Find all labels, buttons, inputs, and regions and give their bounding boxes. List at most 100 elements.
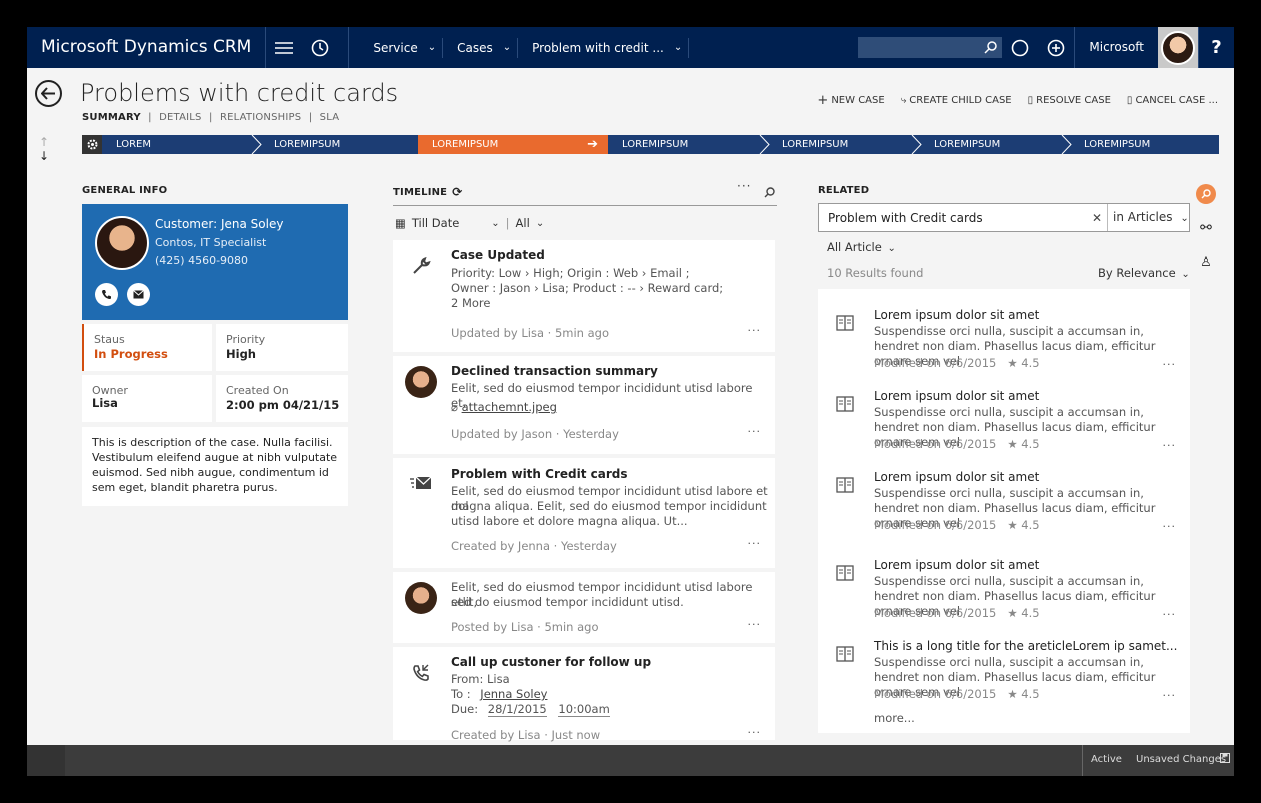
global-search-input[interactable] — [858, 37, 1003, 58]
chevron-down-icon[interactable]: ⌄ — [536, 218, 544, 229]
arrow-down-icon[interactable]: ↓ — [39, 149, 49, 163]
process-stage-7[interactable]: LOREMIPSUM — [1070, 135, 1219, 154]
article-more-options-icon[interactable]: ··· — [1163, 358, 1177, 371]
timeline-item-title: Problem with Credit cards — [451, 467, 628, 481]
more-changes-link[interactable]: 2 More — [451, 296, 771, 311]
article-item[interactable]: Lorem ipsum dolor sit amet Suspendisse o… — [818, 545, 1190, 625]
breadcrumb-record[interactable]: Problem with credit ... ⌄ — [518, 27, 690, 68]
status-value: In Progress — [94, 347, 168, 361]
article-item[interactable]: Lorem ipsum dolor sit amet Suspendisse o… — [818, 457, 1190, 537]
article-more-options-icon[interactable]: ··· — [1163, 520, 1177, 533]
connection-tool-button[interactable]: ⚯ — [1191, 211, 1221, 245]
article-more-options-icon[interactable]: ··· — [1163, 608, 1177, 621]
item-more-options-icon[interactable]: ··· — [748, 324, 762, 337]
call-due-date[interactable]: 28/1/2015 — [487, 702, 547, 717]
timeline-more-options-icon[interactable]: ··· — [737, 179, 751, 193]
chevron-down-icon[interactable]: ⌄ — [491, 218, 499, 229]
item-more-options-icon[interactable]: ··· — [748, 618, 762, 631]
stage-label: LOREMIPSUM — [782, 139, 849, 150]
article-item[interactable]: Lorem ipsum dolor sit amet Suspendisse o… — [818, 376, 1190, 456]
timeline-item[interactable]: Declined transaction summary Eelit, sed … — [393, 356, 775, 454]
date-filter-value[interactable]: Till Date — [412, 216, 459, 230]
search-tool-button[interactable] — [1191, 177, 1221, 211]
save-icon[interactable] — [1220, 753, 1230, 766]
quick-create-icon[interactable] — [1038, 27, 1074, 68]
status-field[interactable]: Staus In Progress — [82, 324, 212, 371]
article-item[interactable]: This is a long title for the areticleLor… — [818, 626, 1190, 706]
type-filter-value[interactable]: All — [516, 216, 530, 230]
process-stage-2[interactable]: LOREMIPSUM — [260, 135, 418, 154]
timeline-item[interactable]: Eelit, sed do eiusmod tempor incididunt … — [393, 572, 775, 643]
create-child-case-button[interactable]: ⤷ CREATE CHILD CASE — [901, 93, 1012, 108]
article-title[interactable]: Lorem ipsum dolor sit amet — [874, 389, 1039, 403]
resolve-case-label: RESOLVE CASE — [1036, 95, 1111, 106]
related-search-input[interactable]: Problem with Credit cards ✕ in Articles … — [818, 203, 1190, 232]
crm-window: Microsoft Dynamics CRM Service ⌄ Cases ⌄… — [27, 27, 1234, 776]
process-stage-5[interactable]: LOREMIPSUM — [768, 135, 922, 154]
chevron-down-icon[interactable]: ⌄ — [672, 37, 690, 58]
recent-history-icon[interactable] — [302, 27, 338, 68]
timeline-item[interactable]: Case Updated Priority: Low › High; Origi… — [393, 240, 775, 352]
article-title[interactable]: Lorem ipsum dolor sit amet — [874, 470, 1039, 484]
article-title[interactable]: Lorem ipsum dolor sit amet — [874, 308, 1039, 322]
org-name[interactable]: Microsoft — [1074, 27, 1158, 68]
process-stage-4[interactable]: LOREMIPSUM — [608, 135, 770, 154]
customer-name-link[interactable]: Jena Soley — [221, 217, 283, 231]
process-stage-1[interactable]: LOREM — [102, 135, 262, 154]
cancel-case-button[interactable]: ▯ CANCEL CASE ... — [1127, 93, 1218, 108]
process-stage-3-active[interactable]: LOREMIPSUM ➔ — [418, 135, 608, 154]
tab-relationships[interactable]: RELATIONSHIPS — [220, 112, 301, 123]
chevron-down-icon[interactable]: ⌄ — [501, 37, 519, 58]
article-more-options-icon[interactable]: ··· — [1163, 689, 1177, 702]
call-due-time[interactable]: 10:00am — [558, 702, 610, 717]
more-articles-link[interactable]: more... — [874, 711, 915, 725]
brand-title[interactable]: Microsoft Dynamics CRM — [27, 27, 267, 68]
priority-value: High — [226, 347, 256, 361]
breadcrumb-cases[interactable]: Cases ⌄ — [443, 27, 519, 68]
refresh-icon[interactable]: ⟳ — [452, 185, 462, 199]
article-item[interactable]: Lorem ipsum dolor sit amet Suspendisse o… — [818, 295, 1190, 375]
back-button[interactable] — [35, 80, 62, 107]
owner-field[interactable]: Owner Lisa — [82, 375, 212, 422]
tab-summary[interactable]: SUMMARY — [82, 112, 141, 123]
chevron-down-icon: ⌄ — [1181, 269, 1190, 280]
assistant-circle-icon[interactable] — [1002, 27, 1038, 68]
item-more-options-icon[interactable]: ··· — [748, 537, 762, 550]
priority-field[interactable]: Priority High — [216, 324, 348, 371]
chevron-down-icon[interactable]: ⌄ — [426, 37, 444, 58]
item-more-options-icon[interactable]: ··· — [748, 425, 762, 438]
help-button[interactable]: ? — [1198, 27, 1234, 68]
timeline-item-footer: Created by Lisa · Just now — [451, 728, 601, 742]
badge-tool-button[interactable]: ♙ — [1191, 245, 1221, 279]
user-avatar[interactable] — [1158, 27, 1198, 68]
sort-select[interactable]: By Relevance ⌄ — [1098, 266, 1190, 280]
article-filter-select[interactable]: All Article ⌄ — [827, 240, 896, 254]
call-button[interactable] — [95, 283, 118, 306]
article-title[interactable]: Lorem ipsum dolor sit amet — [874, 558, 1039, 572]
tab-sla[interactable]: SLA — [320, 112, 340, 123]
email-button[interactable] — [127, 283, 150, 306]
call-to-link[interactable]: Jenna Soley — [480, 687, 547, 701]
process-stage-6[interactable]: LOREMIPSUM — [920, 135, 1072, 154]
timeline-item[interactable]: Problem with Credit cards Eelit, sed do … — [393, 458, 775, 568]
item-more-options-icon[interactable]: ··· — [748, 726, 762, 739]
clear-search-icon[interactable]: ✕ — [1087, 211, 1107, 225]
timeline-search-icon[interactable] — [764, 183, 775, 202]
related-search-value[interactable]: Problem with Credit cards — [819, 211, 1087, 225]
case-description[interactable]: This is description of the case. Nulla f… — [82, 427, 348, 506]
arrow-up-icon[interactable]: ↑ — [39, 135, 49, 149]
attachment-link[interactable]: attachemnt.jpeg — [462, 400, 557, 414]
article-modified: Modified on 6/6/2015 — [874, 687, 997, 701]
article-filter-value: All Article — [827, 240, 882, 254]
hamburger-menu-icon[interactable] — [266, 27, 302, 68]
search-scope-select[interactable]: in Articles ⌄ — [1107, 204, 1189, 231]
article-title[interactable]: This is a long title for the areticleLor… — [874, 639, 1177, 653]
gear-icon[interactable] — [82, 135, 102, 154]
resolve-case-button[interactable]: ▯ RESOLVE CASE — [1028, 93, 1111, 108]
created-on-field[interactable]: Created On 2:00 pm 04/21/15 — [216, 375, 348, 422]
tab-details[interactable]: DETAILS — [159, 112, 201, 123]
timeline-item[interactable]: Call up custoner for follow up From: Lis… — [393, 647, 775, 742]
new-case-button[interactable]: + NEW CASE — [817, 93, 884, 108]
article-more-options-icon[interactable]: ··· — [1163, 439, 1177, 452]
breadcrumb-service[interactable]: Service ⌄ — [359, 27, 444, 68]
